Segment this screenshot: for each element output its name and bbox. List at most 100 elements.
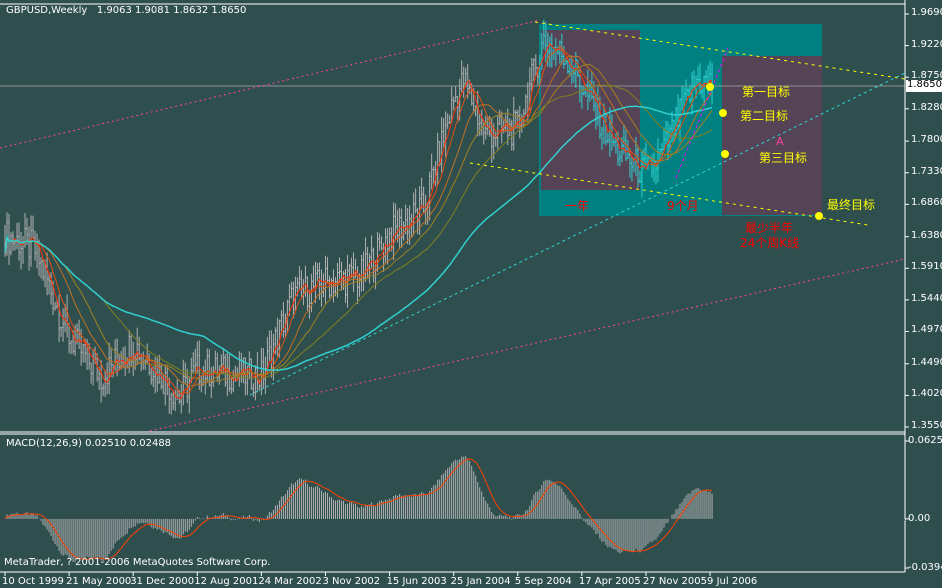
target1-label[interactable]: 第一目标 bbox=[742, 83, 790, 100]
price-bar bbox=[320, 269, 323, 307]
price-bar bbox=[62, 308, 65, 342]
wave-a-label[interactable]: A bbox=[776, 135, 784, 148]
one-year-label[interactable]: 一年 bbox=[565, 197, 589, 214]
price-bar bbox=[184, 362, 187, 384]
y-tick-label: 1.5910 bbox=[911, 261, 942, 273]
price-bar bbox=[445, 111, 448, 158]
price-bar bbox=[90, 362, 93, 384]
price-bar bbox=[150, 367, 153, 385]
price-bar bbox=[32, 215, 35, 239]
price-bar bbox=[463, 66, 466, 98]
price-bar bbox=[437, 132, 440, 184]
x-tick-label: 3 Nov 2002 bbox=[322, 576, 381, 587]
price-bar bbox=[475, 105, 478, 117]
target1-point[interactable] bbox=[706, 83, 714, 91]
price-bar bbox=[421, 177, 424, 209]
price-bar bbox=[365, 237, 368, 282]
weekly-bars-label[interactable]: 24个周K线 bbox=[740, 234, 799, 251]
price-bar bbox=[481, 109, 484, 136]
price-bar bbox=[379, 233, 382, 251]
price-bar bbox=[513, 96, 516, 151]
nine-months-label[interactable]: 9个月 bbox=[667, 197, 699, 214]
price-bar bbox=[256, 352, 259, 393]
macd-y-tick-label: 0.06259 bbox=[908, 435, 942, 446]
price-bar bbox=[108, 342, 111, 395]
price-bar bbox=[431, 153, 434, 190]
price-bar bbox=[54, 301, 57, 311]
x-tick-label: 21 May 2000 bbox=[66, 576, 132, 587]
y-tick-label: 1.3550 bbox=[911, 420, 942, 431]
price-bar bbox=[306, 276, 309, 311]
price-bar bbox=[204, 359, 207, 395]
price-bar bbox=[162, 374, 165, 394]
price-bar bbox=[363, 251, 366, 292]
price-bar bbox=[441, 117, 444, 173]
macd-main-value: 0.02510 bbox=[85, 438, 127, 449]
price-bar bbox=[168, 377, 171, 414]
price-bar bbox=[517, 109, 520, 129]
price-bar bbox=[46, 252, 49, 296]
price-bar bbox=[268, 330, 271, 363]
final-target-label[interactable]: 最终目标 bbox=[827, 196, 875, 213]
price-bar bbox=[24, 213, 27, 248]
x-tick-label: 24 Mar 2002 bbox=[258, 576, 322, 587]
x-tick-label: 12 Aug 2001 bbox=[194, 576, 259, 587]
final-target-point[interactable] bbox=[815, 212, 823, 220]
price-bar bbox=[28, 226, 31, 271]
price-bar bbox=[124, 346, 127, 377]
price-bar bbox=[455, 85, 458, 103]
price-bar bbox=[22, 236, 25, 264]
price-bar bbox=[58, 294, 61, 343]
price-bar bbox=[461, 60, 464, 93]
y-tick-label: 1.7330 bbox=[911, 165, 942, 177]
upper-channel-line[interactable] bbox=[0, 19, 541, 149]
y-tick-label: 1.4020 bbox=[911, 388, 942, 400]
x-tick-label: 9 Jul 2006 bbox=[707, 576, 758, 587]
target3-point[interactable] bbox=[721, 150, 729, 158]
price-bar bbox=[34, 230, 37, 261]
price-bar bbox=[304, 265, 307, 297]
y-tick-label: 1.7800 bbox=[911, 134, 942, 146]
price-bar bbox=[310, 273, 313, 313]
copyright: MetaTrader, ? 2001-2006 MetaQuotes Softw… bbox=[4, 557, 271, 568]
price-bar bbox=[449, 115, 452, 124]
price-bar bbox=[377, 231, 380, 272]
chart-window[interactable]: GBPUSD,Weekly 1.9063 1.9081 1.8632 1.865… bbox=[0, 0, 942, 588]
price-bar bbox=[50, 272, 53, 305]
price-bar bbox=[357, 266, 360, 304]
price-bar bbox=[262, 348, 265, 389]
target2-label[interactable]: 第二目标 bbox=[740, 107, 788, 124]
price-bar bbox=[389, 227, 392, 252]
price-bar bbox=[136, 327, 139, 365]
price-bar bbox=[238, 351, 241, 387]
half-year-box[interactable] bbox=[722, 56, 822, 215]
price-bar bbox=[260, 347, 263, 395]
price-bar bbox=[106, 362, 109, 395]
price-bar bbox=[393, 202, 396, 261]
price-bar bbox=[326, 256, 329, 284]
macd-label: MACD(12,26,9) bbox=[6, 438, 82, 449]
y-tick-label: 1.4970 bbox=[911, 324, 942, 336]
price-bar bbox=[324, 255, 327, 304]
price-chart[interactable] bbox=[0, 0, 942, 588]
price-bar bbox=[144, 359, 147, 370]
y-tick-label: 1.9690 bbox=[911, 7, 942, 18]
lower-channel-line[interactable] bbox=[144, 258, 906, 433]
price-bar bbox=[298, 266, 301, 291]
price-bar bbox=[282, 302, 285, 338]
price-bar bbox=[60, 326, 63, 337]
target3-label[interactable]: 第三目标 bbox=[759, 149, 807, 166]
macd-header: MACD(12,26,9) 0.02510 0.02488 bbox=[6, 438, 171, 449]
price-bar bbox=[196, 341, 199, 374]
price-bar bbox=[240, 352, 243, 383]
price-bar bbox=[415, 188, 418, 214]
price-bar bbox=[198, 340, 201, 390]
price-bar bbox=[10, 232, 13, 256]
price-bar bbox=[164, 366, 167, 406]
price-bar bbox=[447, 113, 450, 130]
price-bar bbox=[367, 246, 370, 278]
price-bar bbox=[130, 335, 133, 367]
target2-point[interactable] bbox=[719, 109, 727, 117]
x-tick-label: 31 Dec 2000 bbox=[130, 576, 195, 587]
x-tick-label: 10 Oct 1999 bbox=[2, 576, 64, 587]
